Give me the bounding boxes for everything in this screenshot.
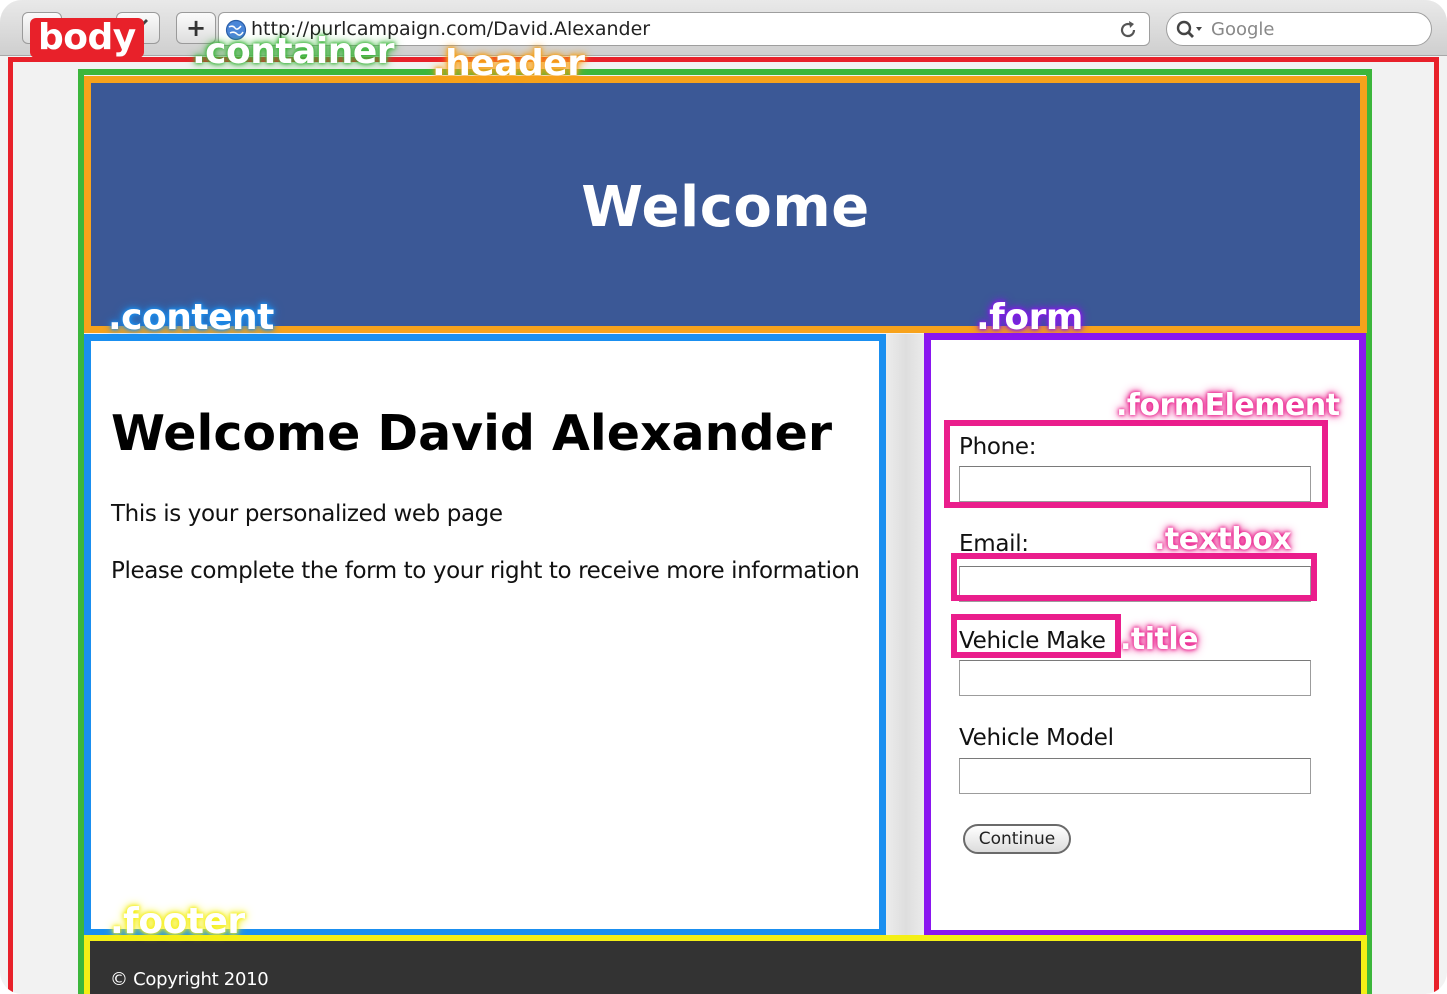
title-outline [951, 614, 1121, 658]
header-label: .header [432, 43, 585, 84]
container-label: .container [192, 31, 395, 72]
instruction-text: Please complete the form to your right t… [111, 558, 860, 584]
textbox-label: .textbox [1154, 522, 1292, 557]
content-region: Welcome David Alexander This is your per… [84, 334, 886, 936]
vehicle-model-label: Vehicle Model [959, 725, 1114, 751]
reload-icon[interactable] [1117, 19, 1139, 41]
title-label: .title [1120, 622, 1199, 657]
page-title: Welcome David Alexander [111, 405, 832, 462]
form-label: .form [976, 297, 1083, 338]
copyright-text: © Copyright 2010 [110, 969, 269, 990]
textbox-outline [951, 553, 1317, 601]
footer-label: .footer [110, 901, 245, 942]
form-element-outline [944, 420, 1328, 508]
search-field[interactable]: Google [1166, 12, 1432, 46]
search-placeholder: Google [1211, 19, 1275, 40]
column-gutter [886, 334, 926, 936]
footer-region: © Copyright 2010 [84, 935, 1367, 994]
body-label: body [30, 18, 144, 58]
intro-text: This is your personalized web page [111, 501, 503, 527]
search-icon [1176, 20, 1202, 38]
header-region: Welcome [84, 76, 1367, 333]
vehicle-make-field[interactable] [959, 660, 1311, 696]
continue-button[interactable]: Continue [963, 824, 1071, 854]
browser-window: + http://purlcampaign.com/David.Alexande… [0, 0, 1447, 994]
header-title: Welcome [581, 175, 870, 240]
vehicle-model-field[interactable] [959, 758, 1311, 794]
form-element-label: .formElement [1116, 388, 1340, 423]
content-label: .content [108, 297, 274, 338]
